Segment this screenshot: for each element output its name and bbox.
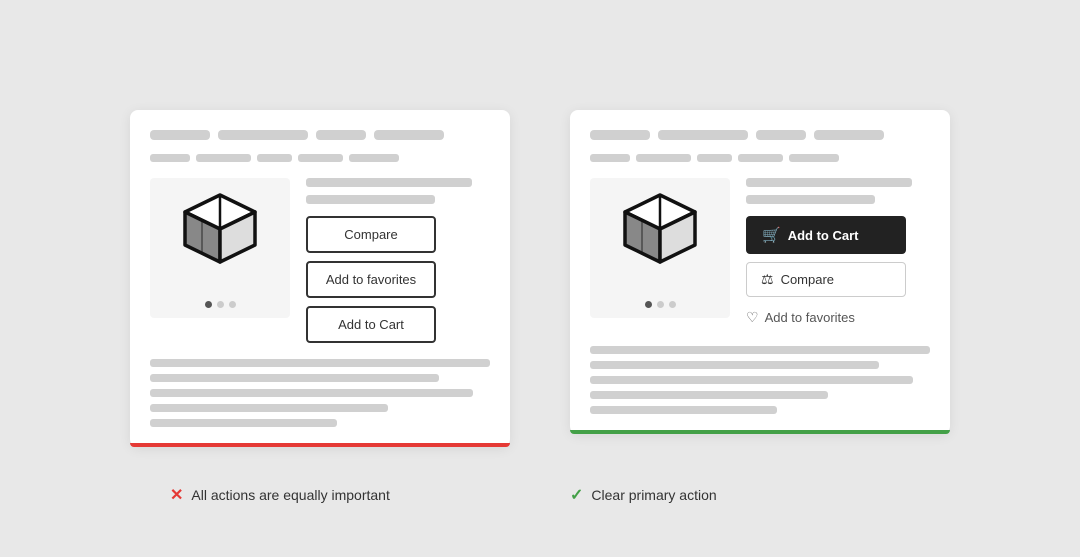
bad-icon: ✕ bbox=[170, 485, 183, 505]
nav-line-4 bbox=[298, 154, 343, 162]
compare-button-bad[interactable]: Compare bbox=[306, 216, 436, 253]
desc-line-2 bbox=[150, 374, 439, 382]
nav-line-g5 bbox=[789, 154, 839, 162]
price-line-good bbox=[746, 178, 912, 187]
good-card-bar bbox=[570, 430, 950, 434]
header-skeleton bbox=[150, 130, 490, 140]
add-to-cart-button-good[interactable]: 🛒 Add to Cart bbox=[746, 216, 906, 254]
header-skeleton-good bbox=[590, 130, 930, 140]
dot-g3 bbox=[669, 301, 676, 308]
product-image-area-good bbox=[590, 178, 730, 318]
header-line-g4 bbox=[814, 130, 884, 140]
header-line-2 bbox=[218, 130, 308, 140]
nav-skeleton bbox=[150, 154, 490, 162]
bad-buttons-group: Compare Add to favorites Add to Cart bbox=[306, 216, 490, 343]
bad-card-bar bbox=[130, 443, 510, 447]
compare-label: Compare bbox=[781, 272, 834, 287]
desc-line-g5 bbox=[590, 406, 777, 414]
good-card: 🛒 Add to Cart ⚖ Compare ♡ Add to favorit… bbox=[570, 110, 950, 434]
nav-line-g2 bbox=[636, 154, 691, 162]
main-container: Compare Add to favorites Add to Cart bbox=[90, 70, 990, 487]
heart-icon: ♡ bbox=[746, 309, 759, 326]
good-caption: ✓ Clear primary action bbox=[570, 485, 910, 505]
desc-line-4 bbox=[150, 404, 388, 412]
favorites-label: Add to favorites bbox=[765, 310, 855, 325]
add-to-cart-label: Add to Cart bbox=[788, 228, 859, 243]
desc-line-1 bbox=[150, 359, 490, 367]
product-image-area bbox=[150, 178, 290, 318]
image-dots-good bbox=[645, 301, 676, 308]
desc-line-3 bbox=[150, 389, 473, 397]
header-line-1 bbox=[150, 130, 210, 140]
nav-line-2 bbox=[196, 154, 251, 162]
dot-1 bbox=[205, 301, 212, 308]
title-line bbox=[306, 195, 435, 204]
desc-line-g3 bbox=[590, 376, 913, 384]
title-line-good bbox=[746, 195, 875, 204]
compare-icon: ⚖ bbox=[761, 271, 774, 288]
product-info-good: 🛒 Add to Cart ⚖ Compare ♡ Add to favorit… bbox=[746, 178, 930, 330]
header-line-4 bbox=[374, 130, 444, 140]
product-row-good: 🛒 Add to Cart ⚖ Compare ♡ Add to favorit… bbox=[590, 178, 930, 330]
bad-card: Compare Add to favorites Add to Cart bbox=[130, 110, 510, 447]
dot-2 bbox=[217, 301, 224, 308]
nav-line-3 bbox=[257, 154, 292, 162]
dot-g2 bbox=[657, 301, 664, 308]
favorites-button-good[interactable]: ♡ Add to favorites bbox=[746, 305, 930, 330]
desc-line-g4 bbox=[590, 391, 828, 399]
header-line-3 bbox=[316, 130, 366, 140]
compare-button-good[interactable]: ⚖ Compare bbox=[746, 262, 906, 297]
header-line-g3 bbox=[756, 130, 806, 140]
desc-line-5 bbox=[150, 419, 337, 427]
header-line-g2 bbox=[658, 130, 748, 140]
good-icon: ✓ bbox=[570, 485, 583, 505]
product-info-bad: Compare Add to favorites Add to Cart bbox=[306, 178, 490, 343]
nav-line-1 bbox=[150, 154, 190, 162]
favorites-button-bad[interactable]: Add to favorites bbox=[306, 261, 436, 298]
dot-3 bbox=[229, 301, 236, 308]
bad-caption-text: All actions are equally important bbox=[191, 487, 389, 503]
box-product-icon-good bbox=[615, 190, 705, 270]
dot-g1 bbox=[645, 301, 652, 308]
price-line bbox=[306, 178, 472, 187]
nav-skeleton-good bbox=[590, 154, 930, 162]
desc-line-g2 bbox=[590, 361, 879, 369]
nav-line-g1 bbox=[590, 154, 630, 162]
product-row: Compare Add to favorites Add to Cart bbox=[150, 178, 490, 343]
nav-line-g4 bbox=[738, 154, 783, 162]
add-to-cart-button-bad[interactable]: Add to Cart bbox=[306, 306, 436, 343]
desc-skeleton-good bbox=[590, 346, 930, 414]
box-product-icon bbox=[175, 190, 265, 270]
good-buttons-group: 🛒 Add to Cart ⚖ Compare ♡ Add to favorit… bbox=[746, 216, 930, 330]
bad-caption: ✕ All actions are equally important bbox=[170, 485, 510, 505]
nav-line-g3 bbox=[697, 154, 732, 162]
good-caption-text: Clear primary action bbox=[591, 487, 716, 503]
desc-line-g1 bbox=[590, 346, 930, 354]
header-line-g1 bbox=[590, 130, 650, 140]
nav-line-5 bbox=[349, 154, 399, 162]
cart-icon: 🛒 bbox=[762, 226, 781, 244]
image-dots bbox=[205, 301, 236, 308]
desc-skeleton-bad bbox=[150, 359, 490, 427]
